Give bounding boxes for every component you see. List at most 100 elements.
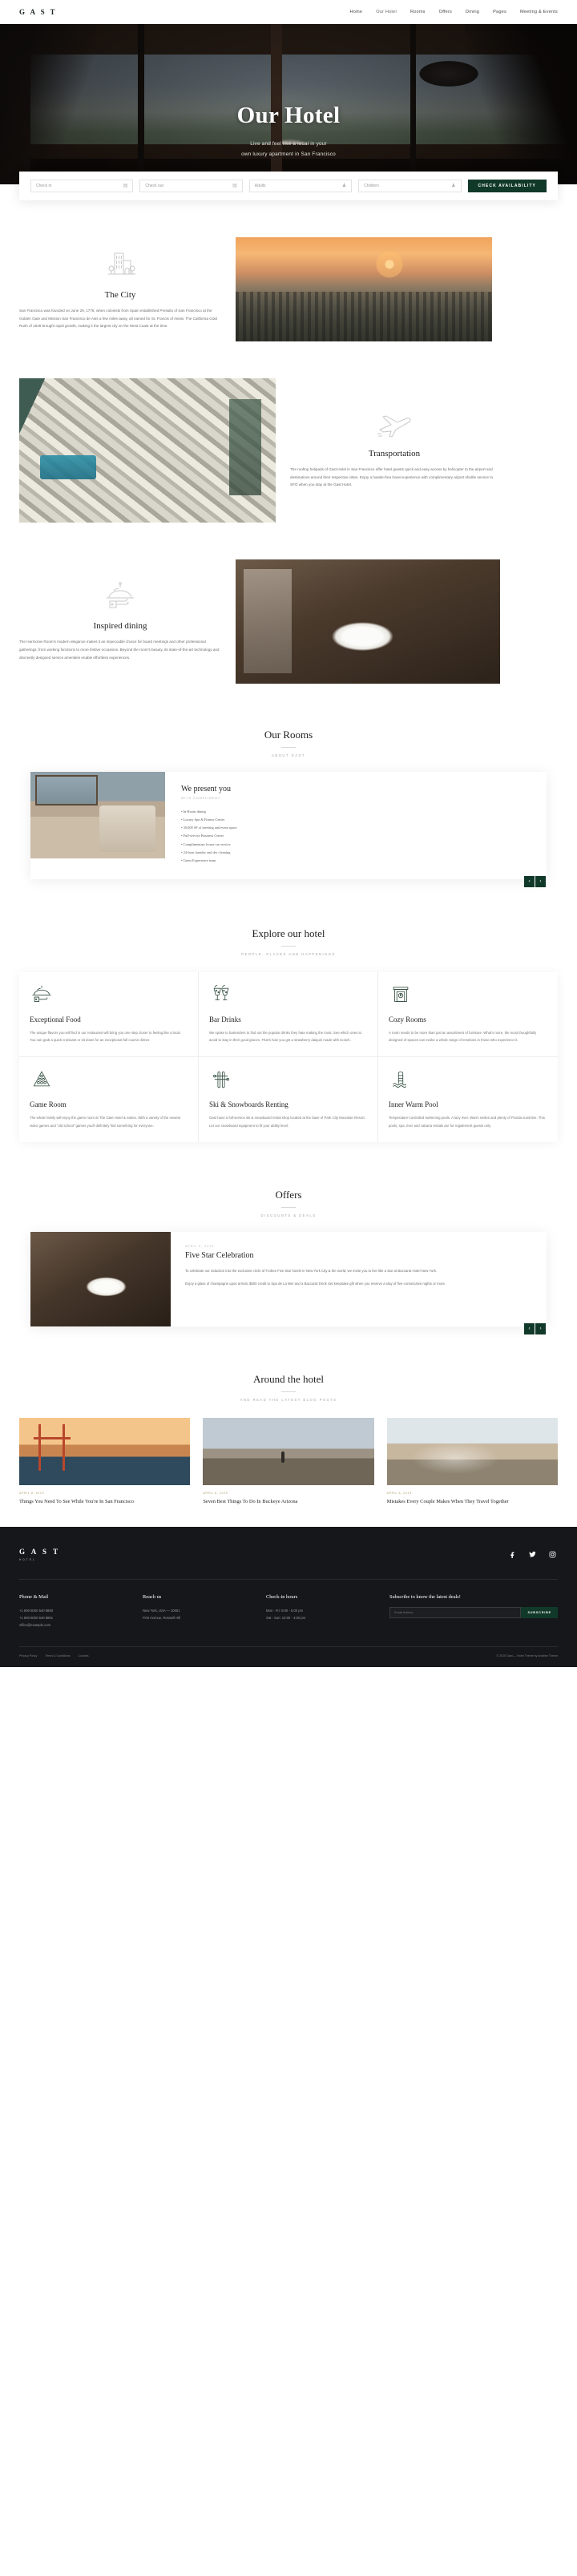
- feature-card-exceptional-food[interactable]: Exceptional Food The unique flavors you …: [19, 971, 199, 1058]
- terms-conditions-link[interactable]: Terms & Conditions: [45, 1654, 70, 1657]
- divider: [281, 945, 296, 947]
- footer-top: G A S T HOTEL: [19, 1548, 558, 1579]
- blog-post-title[interactable]: Seven Best Things To Do In Buckeye Arizo…: [203, 1498, 373, 1506]
- adults-field[interactable]: Adults ♟: [248, 180, 353, 192]
- section-our-rooms: Our Rooms ABOUT GAST We present you WITH…: [0, 729, 577, 887]
- offer-card: APRIL 8, 2019 Five Star Celebration To c…: [30, 1231, 547, 1334]
- hero-subtitle: Live and feel like a local in your own l…: [0, 139, 577, 160]
- hero-subtitle-line2: own luxury apartment in San Francisco: [241, 151, 336, 158]
- explore-kicker: PEOPLE, PLACES AND HAPPENINGS: [241, 951, 336, 956]
- booking-bar-wrapper: Check in ▤ Check out ▤ Adults ♟ Children…: [0, 172, 577, 200]
- section-transportation: Transportation The rooftop helipads of G…: [0, 378, 577, 523]
- instagram-icon[interactable]: [547, 1549, 558, 1560]
- carousel-next-button[interactable]: ›: [535, 875, 547, 887]
- feature-title: Ski & Snowboards Renting: [209, 1100, 288, 1109]
- city-photo: [236, 237, 492, 341]
- footer-column-title: Reach us: [143, 1593, 162, 1600]
- feature-grid: Exceptional Food The unique flavors you …: [19, 971, 558, 1142]
- rooms-heading: Our Rooms ABOUT GAST: [0, 729, 577, 757]
- footer-column-phone-mail: Phone & Mail +1 800 8000 540 8890 +1 800…: [19, 1594, 131, 1629]
- nav-item-home[interactable]: Home: [349, 10, 362, 14]
- children-field[interactable]: Children ♟: [358, 180, 462, 192]
- hero-banner: Our Hotel Live and feel like a local in …: [0, 24, 577, 184]
- divider: [281, 747, 296, 748]
- carousel-next-button[interactable]: ›: [535, 1322, 547, 1334]
- section-offers: Offers DISCOUNTS & DEALS APRIL 8, 2019 F…: [0, 1188, 577, 1334]
- page-title: Our Hotel: [236, 103, 341, 128]
- nav-item-offers[interactable]: Offers: [439, 10, 452, 14]
- blog-post-card[interactable]: April 8, 2019 Seven Best Things To Do In…: [203, 1417, 374, 1506]
- site-header: G A S T Home Our Hotel Rooms Offers Dini…: [0, 0, 577, 24]
- offer-card-body: APRIL 8, 2019 Five Star Celebration To c…: [171, 1232, 547, 1326]
- email-field[interactable]: [389, 1606, 522, 1618]
- main-navigation: Home Our Hotel Rooms Offers Dining Pages…: [349, 10, 558, 14]
- cocktails-icon: [209, 985, 233, 1007]
- rooms-carousel-controls: ‹ ›: [524, 875, 547, 887]
- facebook-icon[interactable]: [507, 1549, 518, 1560]
- subscribe-button[interactable]: SUBSCRIBE: [521, 1606, 558, 1618]
- checkin-field[interactable]: Check in ▤: [30, 180, 134, 192]
- person-icon: ♟: [341, 184, 347, 188]
- nav-item-our-hotel[interactable]: Our Hotel: [376, 10, 397, 14]
- blog-post-card[interactable]: April 8, 2019 Things You Need To See Whi…: [19, 1417, 191, 1506]
- twitter-icon[interactable]: [527, 1549, 538, 1560]
- blog-post-title[interactable]: Mistakes Every Couple Makes When They Tr…: [387, 1498, 558, 1506]
- list-item: Complimentary house car service: [181, 841, 532, 849]
- feature-card-cozy-rooms[interactable]: Cozy Rooms A room needs to be more than …: [378, 972, 558, 1058]
- nav-item-meeting-events[interactable]: Meeting & Events: [520, 10, 558, 14]
- footer-brand-name: G A S T: [19, 1547, 61, 1556]
- carousel-prev-button[interactable]: ‹: [524, 1322, 535, 1334]
- divider: [281, 1391, 296, 1392]
- city-body: San Francisco was founded on June 29, 17…: [19, 308, 217, 329]
- explore-heading: Explore our hotel PEOPLE, PLACES AND HAP…: [0, 927, 577, 956]
- footer-brand-logo[interactable]: G A S T HOTEL: [19, 1548, 60, 1561]
- nav-item-pages[interactable]: Pages: [493, 10, 506, 14]
- section-around-the-hotel: Around the hotel AND READ THE LATEST BLO…: [0, 1373, 577, 1506]
- calendar-icon: ▤: [123, 184, 128, 188]
- feature-body: Temperature-controlled swimming pools. A…: [389, 1116, 545, 1128]
- cookies-link[interactable]: Cookies: [79, 1654, 89, 1657]
- footer-legal-links: Privacy Policy Terms & Conditions Cookie…: [19, 1654, 89, 1657]
- offer-photo: [30, 1231, 171, 1326]
- feature-card-inner-warm-pool[interactable]: Inner Warm Pool Temperature-controlled s…: [378, 1057, 558, 1141]
- booking-bar: Check in ▤ Check out ▤ Adults ♟ Children…: [19, 172, 558, 200]
- subscribe-form: SUBSCRIBE: [389, 1606, 558, 1618]
- list-item: Full-service Business Center: [181, 832, 532, 840]
- feature-body: The unique flavors you will find in our …: [30, 1030, 181, 1043]
- present-title: We present you: [181, 785, 231, 793]
- footer-email-link[interactable]: office@example.com: [19, 1621, 131, 1629]
- adults-label: Adults: [254, 184, 266, 188]
- feature-title: Cozy Rooms: [389, 1015, 426, 1024]
- section-the-city: The City San Francisco was founded on Ju…: [0, 237, 577, 341]
- checkout-label: Check out: [145, 184, 163, 188]
- offers-kicker: DISCOUNTS & DEALS: [260, 1213, 317, 1217]
- privacy-policy-link[interactable]: Privacy Policy: [19, 1654, 37, 1657]
- explore-title: Explore our hotel: [252, 927, 325, 939]
- nav-item-rooms[interactable]: Rooms: [410, 10, 426, 14]
- footer-column-checkin-hours: Check-in hours Mon - Fri: 9:00 - 5:00 pm…: [266, 1594, 378, 1629]
- checkout-field[interactable]: Check out ▤: [139, 180, 243, 192]
- footer-text: Mon - Fri: 9:00 - 5:00 pm: [266, 1608, 304, 1613]
- social-links: [507, 1549, 558, 1560]
- feature-body: A room needs to be more than just an ass…: [389, 1030, 537, 1043]
- list-item: Luxury Spa & Fitness Center: [181, 816, 532, 824]
- feature-card-game-room[interactable]: Game Room The whole family will enjoy th…: [19, 1057, 199, 1142]
- skis-icon: [209, 1072, 233, 1092]
- hero-content: Our Hotel Live and feel like a local in …: [0, 24, 577, 160]
- building-icon: [19, 248, 221, 281]
- blog-heading: Around the hotel AND READ THE LATEST BLO…: [0, 1373, 577, 1402]
- check-availability-button[interactable]: CHECK AVAILABILITY: [467, 180, 547, 192]
- feature-card-bar-drinks[interactable]: Bar Drinks We spoke to bartenders to fin…: [199, 971, 378, 1058]
- site-footer: G A S T HOTEL Phone & Mail +1 800 8000 5…: [0, 1526, 577, 1668]
- copyright-text: © 2020 Gast — Hotel Theme by Another The…: [496, 1654, 558, 1658]
- offers-title: Offers: [275, 1188, 302, 1201]
- feature-card-ski-snowboards[interactable]: Ski & Snowboards Renting Gast have a ful…: [199, 1057, 378, 1142]
- blog-post-title[interactable]: Things You Need To See While You're In S…: [19, 1498, 190, 1506]
- city-text-block: The City San Francisco was founded on Ju…: [19, 248, 221, 331]
- blog-post-card[interactable]: April 8, 2019 Mistakes Every Couple Make…: [386, 1417, 558, 1506]
- nav-item-dining[interactable]: Dining: [466, 10, 479, 14]
- carousel-prev-button[interactable]: ‹: [524, 875, 535, 887]
- footer-columns: Phone & Mail +1 800 8000 540 8890 +1 800…: [19, 1578, 558, 1647]
- transportation-body: The rooftop helipads of Gast Hotel in Sa…: [290, 466, 494, 487]
- brand-logo[interactable]: G A S T: [19, 8, 57, 16]
